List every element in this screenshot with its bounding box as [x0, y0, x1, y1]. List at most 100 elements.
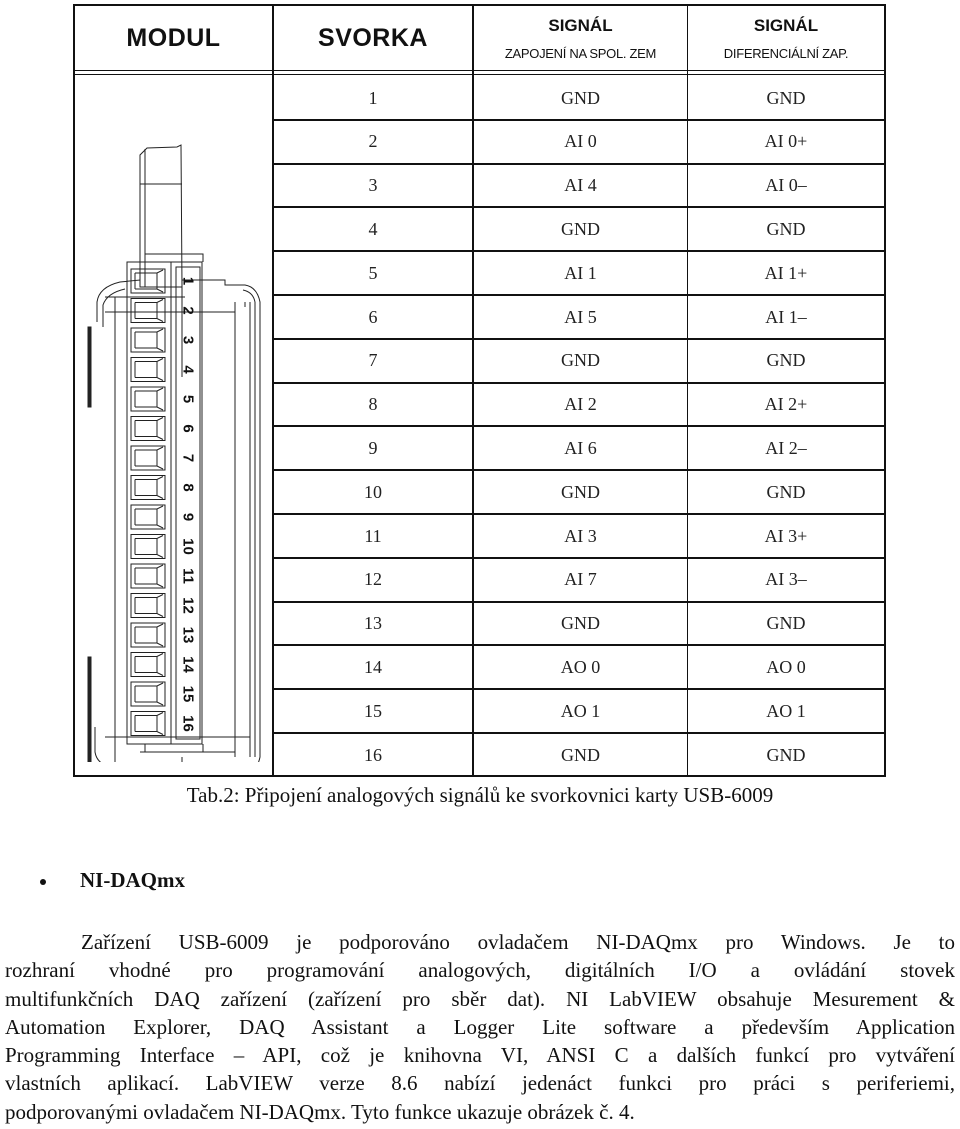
header-svorka-label: SVORKA [318, 23, 428, 52]
screw-terminal-slot [130, 622, 166, 648]
body-paragraph: Zařízení USB-6009 je podporováno ovladač… [5, 928, 955, 1126]
cell-signal-differential: AI 2+ [764, 394, 808, 415]
device-pin-label: 5 [180, 395, 197, 403]
cell-signal-differential: AI 0– [765, 175, 807, 196]
header-signal-differential: SIGNÁL DIFERENCIÁLNÍ ZAP. [688, 6, 884, 70]
cell-terminal: 11 [364, 525, 382, 546]
cell-signal-single-ended: GND [561, 613, 600, 634]
header-signal-single-ended: SIGNÁL ZAPOJENÍ NA SPOL. ZEM [474, 6, 687, 70]
device-pin-label: 8 [180, 483, 197, 491]
cell-terminal: 6 [368, 306, 378, 327]
device-pin-label: 4 [180, 365, 197, 374]
cell-signal-differential: GND [766, 350, 806, 371]
cell-signal-differential: GND [766, 613, 806, 634]
cell-signal-single-ended: AI 5 [564, 306, 597, 327]
cell-terminal: 9 [368, 437, 378, 458]
cell-signal-single-ended: AI 4 [564, 175, 597, 196]
header-divider [75, 70, 884, 71]
screw-terminal-slot [130, 534, 166, 559]
cell-terminal: 2 [368, 131, 378, 152]
header-signal-subtitle: DIFERENCIÁLNÍ ZAP. [723, 45, 849, 61]
cell-signal-single-ended: AI 1 [564, 262, 597, 283]
cell-signal-differential: GND [766, 87, 806, 108]
header-signal-title: SIGNÁL [753, 15, 819, 35]
screw-terminal-slot [130, 298, 166, 323]
cell-terminal: 13 [364, 613, 382, 634]
paragraph-line: podporovanými ovladačem NI-DAQmx. Tyto f… [5, 1099, 635, 1124]
device-pin-label: 7 [180, 454, 197, 462]
device-pin-label: 1 [180, 277, 197, 285]
cell-signal-single-ended: GND [561, 744, 600, 765]
paragraph-line: Automation Explorer, DAQ Assistant a Log… [5, 1014, 955, 1039]
paragraph-line: vlastních aplikací. LabVIEW verze 8.6 na… [5, 1071, 955, 1096]
cell-terminal: 1 [368, 87, 378, 108]
cell-signal-single-ended: GND [561, 218, 600, 239]
cell-terminal: 3 [368, 175, 378, 196]
cell-terminal: 7 [368, 350, 378, 371]
table-caption: Tab.2: Připojení analogových signálů ke … [186, 783, 774, 807]
screw-terminal-slot [130, 268, 166, 294]
cell-signal-differential: GND [766, 481, 806, 502]
paragraph-line: multifunkčních DAQ zařízení (zařízení pr… [5, 986, 955, 1011]
device-pin-label: 14 [180, 656, 197, 673]
device-pin-label: 9 [180, 513, 197, 521]
device-pin-label: 12 [180, 597, 197, 614]
screw-terminal-slot [130, 681, 166, 707]
cell-signal-differential: AI 0+ [764, 131, 808, 152]
bullet-dot-icon [40, 878, 46, 885]
paragraph-line: rozhraní vhodné pro programování analogo… [5, 958, 955, 983]
device-pin-label: 2 [180, 306, 197, 314]
cell-signal-differential: AI 3+ [764, 525, 808, 546]
device-pin-label: 10 [180, 538, 197, 555]
cell-signal-differential: AI 3– [765, 569, 807, 590]
screw-terminal-slot [130, 563, 166, 589]
cell-signal-differential: GND [766, 744, 806, 765]
cell-terminal: 15 [364, 700, 382, 721]
screw-terminal-slot [130, 386, 166, 412]
screw-terminal-slot [130, 711, 166, 736]
cell-signal-single-ended: AO 0 [560, 656, 601, 677]
pinout-table: MODUL SVORKA SIGNÁL ZAPOJENÍ NA SPOL. ZE… [73, 4, 886, 777]
cell-signal-differential: AO 1 [766, 700, 806, 721]
section-heading-row: NI-DAQmx [40, 868, 185, 893]
cell-terminal: 16 [364, 744, 382, 765]
screw-terminal-slot [130, 357, 166, 382]
cell-signal-single-ended: AI 6 [564, 437, 597, 458]
device-pin-label: 11 [180, 568, 197, 584]
header-modul-label: MODUL [126, 23, 221, 52]
header-svorka: SVORKA [274, 6, 472, 70]
device-pin-label: 6 [180, 424, 197, 432]
screw-terminal-slot [130, 416, 166, 441]
cell-terminal: 4 [368, 218, 378, 239]
cell-signal-single-ended: AI 7 [564, 569, 597, 590]
header-divider [75, 74, 884, 75]
cell-signal-single-ended: AO 1 [560, 700, 601, 721]
header-signal-title: SIGNÁL [548, 15, 613, 35]
cell-signal-differential: AI 2– [765, 437, 807, 458]
usb-6009-terminal-block-drawing: 12345678910111213141516 [87, 144, 261, 762]
screw-terminal-slot [130, 593, 166, 618]
screw-terminal-slot [130, 445, 166, 471]
paragraph-line: Programming Interface – API, což je knih… [5, 1043, 955, 1068]
cell-terminal: 10 [364, 481, 382, 502]
cell-terminal: 14 [364, 656, 382, 677]
cell-signal-differential: GND [766, 218, 806, 239]
device-pin-label: 16 [180, 715, 197, 732]
paragraph-line: Zařízení USB-6009 je podporováno ovladač… [81, 930, 955, 954]
device-pin-label: 13 [180, 627, 197, 644]
cell-signal-single-ended: GND [561, 87, 600, 108]
screw-terminal-slot [130, 327, 166, 353]
cell-signal-single-ended: AI 3 [564, 525, 597, 546]
screw-terminal-slot [130, 652, 166, 677]
cell-signal-single-ended: AI 2 [564, 394, 597, 415]
cell-signal-differential: AI 1– [765, 306, 807, 327]
cell-terminal: 8 [368, 394, 378, 415]
header-modul: MODUL [75, 6, 272, 70]
cell-terminal: 5 [368, 262, 378, 283]
screw-terminal-slot [130, 475, 166, 500]
device-pin-label: 15 [180, 686, 197, 703]
cell-signal-single-ended: GND [561, 481, 600, 502]
cell-signal-single-ended: GND [561, 350, 600, 371]
cell-signal-differential: AO 0 [766, 656, 806, 677]
screw-terminal-slot [130, 504, 166, 530]
